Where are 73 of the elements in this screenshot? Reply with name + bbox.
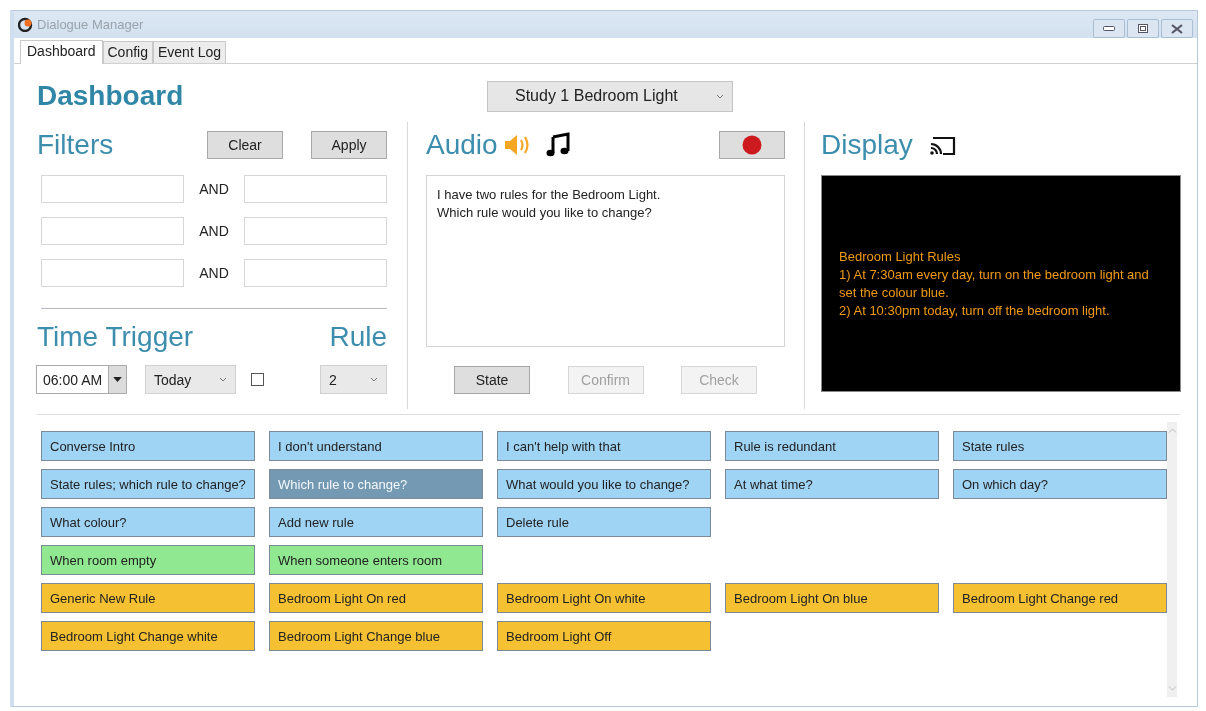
- response-button[interactable]: At what time?: [725, 469, 939, 499]
- caret-icon: [113, 377, 122, 382]
- tab[interactable]: Event Log: [152, 41, 227, 63]
- response-button[interactable]: What colour?: [41, 507, 255, 537]
- day-dropdown[interactable]: Today: [145, 365, 236, 394]
- and-label: AND: [198, 181, 230, 197]
- window-title: Dialogue Manager: [37, 17, 145, 32]
- response-button[interactable]: Rule is redundant: [725, 431, 939, 461]
- section-heading: Rule: [329, 321, 388, 353]
- section-heading: Audio: [426, 129, 498, 161]
- tab[interactable]: Dashboard: [20, 40, 103, 64]
- filter-field[interactable]: [41, 217, 184, 245]
- display-text: 1) At 7:30am every day, turn on the bedroom light and set the colour blue.: [839, 265, 1150, 302]
- section-heading: Time Trigger: [37, 321, 194, 353]
- chevron-down-icon: [716, 93, 724, 99]
- response-button[interactable]: Bedroom Light On blue: [725, 583, 939, 613]
- transcript-line: I have two rules for the Bedroom Light.: [437, 186, 662, 204]
- response-button[interactable]: I don't understand: [269, 431, 483, 461]
- record-icon: [742, 135, 763, 155]
- and-label: AND: [198, 223, 230, 239]
- response-button[interactable]: On which day?: [953, 469, 1167, 499]
- response-button[interactable]: Converse Intro: [41, 431, 255, 461]
- chevron-up-icon[interactable]: [1167, 428, 1177, 433]
- chevron-down-icon: [219, 377, 227, 382]
- study-dropdown[interactable]: Study 1 Bedroom Light: [487, 80, 733, 112]
- page-title: Dashboard: [37, 80, 185, 112]
- filter-field[interactable]: [244, 175, 387, 203]
- minimize-icon: [1103, 26, 1115, 31]
- response-button[interactable]: Bedroom Light Off: [497, 621, 711, 651]
- close-icon: [1171, 23, 1183, 34]
- section-heading: Filters: [37, 129, 114, 161]
- filter-field[interactable]: [41, 175, 184, 203]
- response-button[interactable]: Bedroom Light On white: [497, 583, 711, 613]
- close-button[interactable]: [1161, 19, 1193, 38]
- response-button[interactable]: When someone enters room: [269, 545, 483, 575]
- apply-button[interactable]: Apply: [311, 131, 388, 159]
- response-button[interactable]: State rules; which rule to change?: [41, 469, 255, 499]
- checkbox[interactable]: [251, 373, 264, 386]
- transcript-line: Which rule would you like to change?: [437, 204, 653, 222]
- response-button[interactable]: Bedroom Light Change white: [41, 621, 255, 651]
- minimize-button[interactable]: [1093, 19, 1125, 38]
- section-heading: Display: [821, 129, 913, 161]
- maximize-icon: [1138, 24, 1148, 33]
- filter-field[interactable]: [244, 259, 387, 287]
- response-button[interactable]: Bedroom Light Change blue: [269, 621, 483, 651]
- response-button[interactable]: Add new rule: [269, 507, 483, 537]
- app-logo-icon: [18, 17, 33, 32]
- and-label: AND: [198, 265, 230, 281]
- filter-field[interactable]: [41, 259, 184, 287]
- chevron-down-icon[interactable]: [1167, 686, 1177, 691]
- transcript-box[interactable]: I have two rules for the Bedroom Light. Which rule would you like to change?: [426, 175, 786, 347]
- display-text: Bedroom Light Rules: [839, 247, 962, 266]
- response-button[interactable]: Generic New Rule: [41, 583, 255, 613]
- speaker-icon[interactable]: [503, 133, 532, 157]
- filter-field[interactable]: [244, 217, 387, 245]
- scrollbar[interactable]: [1167, 422, 1177, 697]
- response-button[interactable]: What would you like to change?: [497, 469, 711, 499]
- response-button[interactable]: Delete rule: [497, 507, 711, 537]
- tab[interactable]: Config: [102, 41, 153, 63]
- clear-button[interactable]: Clear: [207, 131, 284, 159]
- chevron-down-icon: [370, 377, 379, 382]
- rule-dropdown[interactable]: 2: [320, 365, 388, 394]
- response-button[interactable]: When room empty: [41, 545, 255, 575]
- maximize-button[interactable]: [1127, 19, 1159, 38]
- response-button[interactable]: I can't help with that: [497, 431, 711, 461]
- time-picker[interactable]: 06:00 AM: [36, 365, 127, 394]
- response-button[interactable]: Bedroom Light On red: [269, 583, 483, 613]
- display-text: 2) At 10:30pm today, turn off the bedroom light.: [839, 301, 1111, 320]
- response-button[interactable]: State rules: [953, 431, 1167, 461]
- record-button[interactable]: [719, 131, 786, 159]
- response-button[interactable]: Bedroom Light Change red: [953, 583, 1167, 613]
- music-note-icon[interactable]: [545, 132, 570, 158]
- state-button[interactable]: State: [454, 366, 531, 394]
